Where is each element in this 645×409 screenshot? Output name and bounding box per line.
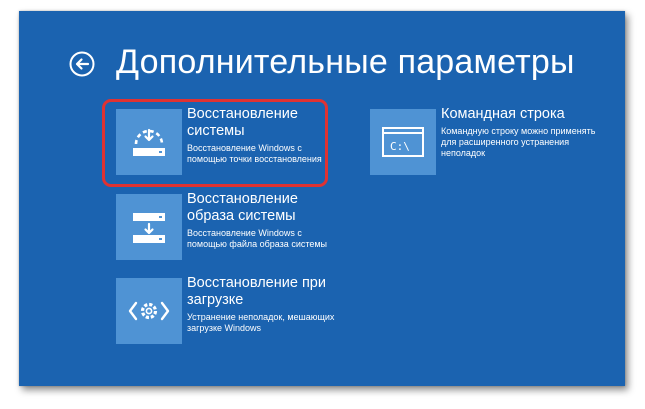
startup-repair-desc-line2: загрузке Windows [187,323,261,333]
system-image-title-line2: образа системы [187,208,296,224]
back-button[interactable] [69,51,95,77]
startup-repair-icon-box [116,278,182,344]
page-title: Дополнительные параметры [116,43,575,81]
command-prompt-icon: C:\ [382,127,424,157]
command-prompt-tile[interactable]: C:\ Командная строка Командную строку мо… [370,106,596,175]
startup-repair-title-line2: загрузке [187,292,244,308]
startup-repair-title-line1: Восстановление при [187,275,326,291]
command-prompt-icon-box: C:\ [370,109,436,175]
system-image-icon-box [116,194,182,260]
startup-repair-icon [128,301,170,321]
back-arrow-icon [69,51,95,77]
command-prompt-icon-text: C:\ [390,140,410,153]
system-image-title-line1: Восстановление [187,191,298,207]
advanced-options-screen: Дополнительные параметры Восстановление … [19,11,625,386]
command-prompt-title: Командная строка [441,106,565,122]
system-image-tile[interactable]: Восстановление образа системы Восстановл… [116,191,328,260]
command-prompt-desc-line3: неполадок [441,148,486,158]
command-prompt-desc-line1: Командную строку можно применять [441,126,596,136]
command-prompt-desc-line2: для расширенного устранения [441,137,570,147]
system-image-desc-line1: Восстановление Windows с [187,228,302,238]
startup-repair-tile[interactable]: Восстановление при загрузке Устранение н… [116,275,335,344]
system-image-icon [133,213,165,243]
startup-repair-desc-line1: Устранение неполадок, мешающих [187,312,335,322]
selection-highlight [102,99,328,187]
system-image-desc-line2: помощью файла образа системы [187,239,328,249]
